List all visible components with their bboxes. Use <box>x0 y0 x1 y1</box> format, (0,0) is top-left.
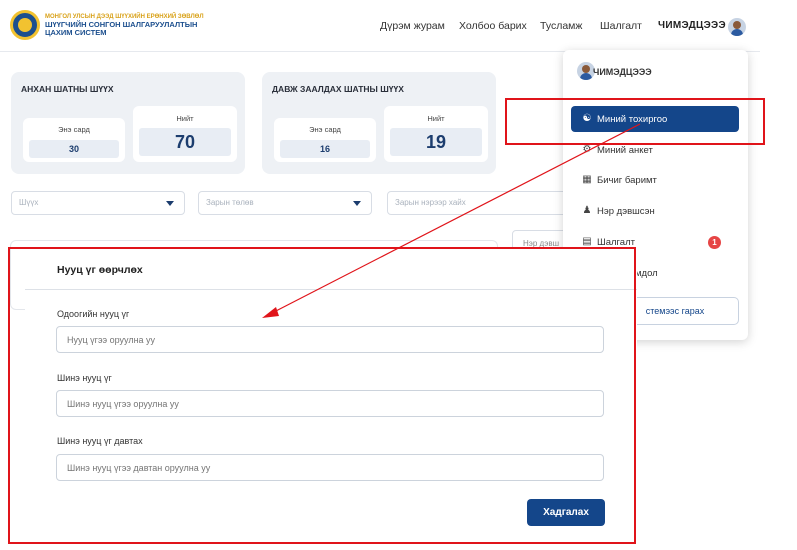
search-placeholder: Зарын нэрээр хайх <box>395 198 466 207</box>
race-status-placeholder: Зарын төлөв <box>206 198 254 207</box>
stat-total-value: 19 <box>390 128 482 156</box>
dropdown-user-name: ЧИМЭДЦЭЭЭ <box>593 67 652 77</box>
profile-icon: ⚙ <box>582 144 592 155</box>
stat-total-value: 70 <box>139 128 231 156</box>
nav-exam[interactable]: Шалгалт <box>600 20 642 32</box>
menu-item-label: мдол <box>635 268 658 279</box>
stat-month-value: 30 <box>29 140 119 158</box>
menu-item-label: Бичиг баримт <box>597 175 657 186</box>
menu-item-documents[interactable]: ▦ Бичиг баримт <box>571 167 739 193</box>
stat-total-label: Нийт <box>427 114 445 123</box>
org-name-line3: ЦАХИМ СИСТЕМ <box>45 28 107 37</box>
add-user-icon: ♟ <box>582 205 592 216</box>
court-select-placeholder: Шүүх <box>19 198 39 207</box>
court-select[interactable]: Шүүх <box>11 191 185 215</box>
menu-item-label: Миний анкет <box>597 145 653 156</box>
logo[interactable] <box>10 10 40 40</box>
nav-help[interactable]: Тусламж <box>540 20 582 32</box>
avatar-head <box>582 65 590 73</box>
menu-item-label: Нэр дэвшсэн <box>597 206 655 217</box>
highlight-box-modal <box>8 247 636 544</box>
logout-button-label: стемээс гарах <box>645 306 705 316</box>
menu-item-candidates[interactable]: ♟ Нэр дэвшсэн <box>571 198 739 224</box>
avatar-body <box>731 29 743 36</box>
stat-month-value: 16 <box>280 140 370 158</box>
document-icon: ▦ <box>582 174 592 185</box>
nav-rules[interactable]: Дүрэм журам <box>380 20 445 32</box>
race-status-select[interactable]: Зарын төлөв <box>198 191 372 215</box>
search-input[interactable]: Зарын нэрээр хайх <box>387 191 567 215</box>
chevron-down-icon <box>353 201 361 206</box>
org-name: МОНГОЛ УЛСЫН ДЭЭД ШҮҮХИЙН ЕРӨНХИЙ ЗӨВЛӨЛ… <box>45 13 204 37</box>
nav-contact[interactable]: Холбоо барих <box>459 20 527 32</box>
stat-total: Нийт 19 <box>384 106 488 162</box>
stat-month: Энэ сард 16 <box>274 118 376 162</box>
chevron-down-icon <box>166 201 174 206</box>
stat-month-label: Энэ сард <box>58 125 90 134</box>
stat-month-label: Энэ сард <box>309 125 341 134</box>
stat-title: ДАВЖ ЗААЛДАХ ШАТНЫ ШҮҮХ <box>272 84 404 94</box>
notification-badge: 1 <box>708 236 721 249</box>
stat-total: Нийт 70 <box>133 106 237 162</box>
avatar-body <box>580 73 592 80</box>
stat-month: Энэ сард 30 <box>23 118 125 162</box>
stat-card-first-instance: АНХАН ШАТНЫ ШҮҮХ Энэ сард 30 Нийт 70 <box>11 72 245 174</box>
avatar-head <box>733 21 741 29</box>
header-user-name[interactable]: ЧИМЭДЦЭЭЭ <box>658 20 726 31</box>
top-header: МОНГОЛ УЛСЫН ДЭЭД ШҮҮХИЙН ЕРӨНХИЙ ЗӨВЛӨЛ… <box>0 0 760 52</box>
header-avatar[interactable] <box>728 18 746 36</box>
highlight-box-menu <box>505 98 765 145</box>
stat-card-appellate: ДАВЖ ЗААЛДАХ ШАТНЫ ШҮҮХ Энэ сард 16 Нийт… <box>262 72 496 174</box>
stat-total-label: Нийт <box>176 114 194 123</box>
logo-emblem <box>18 18 32 32</box>
stat-title: АНХАН ШАТНЫ ШҮҮХ <box>21 84 114 94</box>
